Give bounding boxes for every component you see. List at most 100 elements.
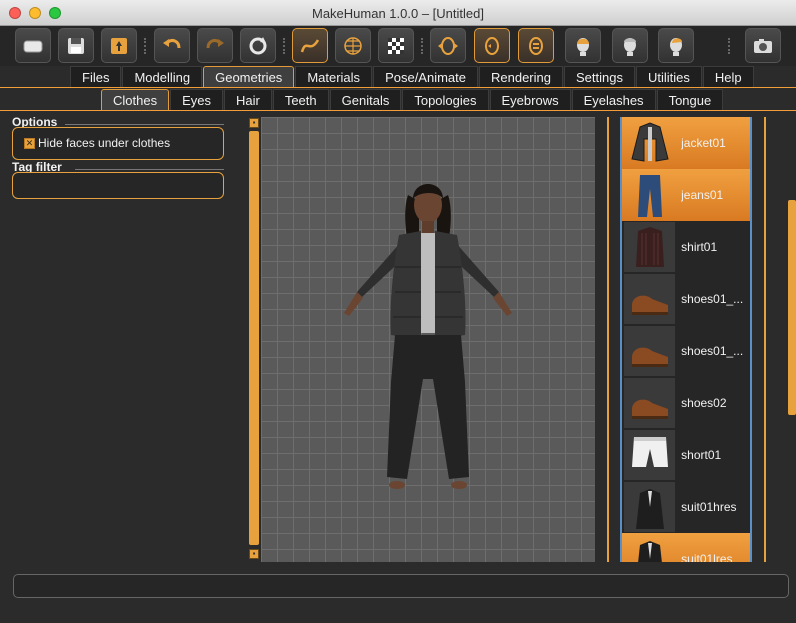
top-view-button[interactable]: [612, 28, 648, 63]
redo-button[interactable]: [197, 28, 233, 63]
clothes-thumbnail: [624, 326, 676, 376]
clothes-list[interactable]: jacket01 jeans01 shirt01 shoes01_... shoes01…: [620, 117, 752, 562]
left-scroll-top-handle[interactable]: ▪: [249, 118, 259, 128]
smooth-button[interactable]: [292, 28, 328, 63]
options-group: ✕ Hide faces under clothes: [12, 127, 224, 160]
clothes-thumbnail: [624, 482, 676, 532]
clothes-item[interactable]: short01: [622, 429, 750, 481]
title-bar: MakeHuman 1.0.0 – [Untitled]: [0, 0, 796, 26]
subtab-clothes[interactable]: Clothes: [101, 89, 170, 110]
camera-icon: [754, 38, 772, 53]
new-button[interactable]: [15, 28, 51, 63]
subtab-topologies[interactable]: Topologies: [402, 89, 489, 110]
redo-icon: [206, 38, 224, 48]
subtab-divider: [0, 110, 796, 111]
clothes-thumbnail: [624, 222, 676, 272]
clothes-item-label: jeans01: [681, 188, 724, 202]
screenshot-button[interactable]: [745, 28, 781, 63]
clothes-thumbnail: [624, 118, 675, 168]
viewport-right-divider: [607, 117, 609, 562]
shoe-icon: [631, 295, 668, 315]
status-bar: [13, 574, 789, 598]
clothes-item[interactable]: suit01hres: [622, 481, 750, 533]
toolbar-separator: [421, 38, 425, 54]
tab-materials[interactable]: Materials: [295, 66, 373, 87]
reset-button[interactable]: [240, 28, 276, 63]
reset-icon: [249, 36, 267, 54]
shirt-icon: [635, 227, 664, 267]
clothes-item[interactable]: shoes01_...: [622, 273, 750, 325]
wireframe-icon: [344, 36, 362, 55]
tag-filter-divider: [75, 169, 224, 170]
top-view-icon: [624, 37, 636, 56]
clothes-item[interactable]: suit01lres: [622, 533, 750, 562]
save-button[interactable]: [58, 28, 94, 63]
toolbar: [0, 26, 796, 66]
subtab-teeth[interactable]: Teeth: [272, 89, 329, 110]
list-scroll-track[interactable]: [764, 117, 766, 562]
right-panel-scrollbar[interactable]: [788, 200, 796, 415]
tab-utilities[interactable]: Utilities: [635, 66, 702, 87]
clothes-thumbnail: [624, 378, 676, 428]
left-panel-scrollbar[interactable]: [249, 131, 259, 545]
tab-rendering[interactable]: Rendering: [479, 66, 563, 87]
left-panel: Options ✕ Hide faces under clothes Tag f…: [0, 112, 248, 562]
left-view-icon: [529, 36, 543, 55]
front-view-button[interactable]: [430, 28, 466, 63]
clothes-item-label: suit01hres: [681, 500, 737, 514]
tag-filter-group[interactable]: [12, 172, 224, 199]
toolbar-separator: [144, 38, 148, 54]
left-view-button[interactable]: [518, 28, 554, 63]
tab-settings[interactable]: Settings: [564, 66, 635, 87]
hide-faces-option[interactable]: ✕ Hide faces under clothes: [24, 136, 170, 150]
clothes-item[interactable]: shoes02: [622, 377, 750, 429]
subtab-hair[interactable]: Hair: [223, 89, 272, 110]
hide-faces-checkbox[interactable]: ✕: [24, 137, 35, 149]
new-icon: [23, 40, 43, 52]
tab-help[interactable]: Help: [702, 66, 754, 87]
floppy-icon: [68, 37, 84, 54]
suit-icon: [635, 489, 664, 529]
tab-modelling[interactable]: Modelling: [122, 66, 203, 87]
subtab-tongue[interactable]: Tongue: [656, 89, 724, 110]
right-view-icon: [577, 37, 589, 56]
shoe-icon: [631, 399, 668, 419]
clothes-item[interactable]: shoes01_...: [622, 325, 750, 377]
clothes-item-label: suit01lres: [681, 552, 733, 562]
left-scroll-bottom-handle[interactable]: ▪: [249, 549, 259, 559]
wireframe-button[interactable]: [335, 28, 371, 63]
clothes-item[interactable]: jacket01: [622, 117, 750, 169]
window-title: MakeHuman 1.0.0 – [Untitled]: [312, 6, 484, 21]
shoe-icon: [631, 347, 668, 367]
clothes-item-label: shoes01_...: [681, 292, 744, 306]
clothes-item-label: shoes02: [681, 396, 727, 410]
3d-viewport[interactable]: [261, 117, 595, 562]
export-icon: [111, 37, 127, 54]
sub-tab-bar: Clothes Eyes Hair Teeth Genitals Topologies Ey…: [101, 89, 724, 111]
options-divider: [65, 124, 224, 125]
tab-geometries[interactable]: Geometries: [203, 66, 295, 87]
jeans-icon: [637, 175, 662, 217]
front-view-icon: [438, 36, 458, 55]
clothes-thumbnail: [624, 430, 676, 480]
tab-divider: [0, 87, 796, 88]
clothes-item[interactable]: jeans01: [622, 169, 750, 221]
right-view-button[interactable]: [565, 28, 601, 63]
smooth-icon: [300, 38, 320, 52]
clothes-item-label: short01: [681, 448, 722, 462]
tab-pose-animate[interactable]: Pose/Animate: [373, 66, 478, 87]
suit-icon: [637, 541, 662, 562]
main-tab-bar: Files Modelling Geometries Materials Pose/An…: [70, 66, 755, 88]
human-model: [344, 184, 512, 489]
back-view-button[interactable]: [474, 28, 510, 63]
subtab-eyebrows[interactable]: Eyebrows: [489, 89, 571, 110]
tab-files[interactable]: Files: [70, 66, 122, 87]
undo-button[interactable]: [154, 28, 190, 63]
subtab-eyes[interactable]: Eyes: [170, 89, 223, 110]
bottom-view-button[interactable]: [658, 28, 694, 63]
clothes-item[interactable]: shirt01: [622, 221, 750, 273]
subtab-genitals[interactable]: Genitals: [329, 89, 402, 110]
subtab-eyelashes[interactable]: Eyelashes: [571, 89, 656, 110]
background-button[interactable]: [378, 28, 414, 63]
export-button[interactable]: [101, 28, 137, 63]
